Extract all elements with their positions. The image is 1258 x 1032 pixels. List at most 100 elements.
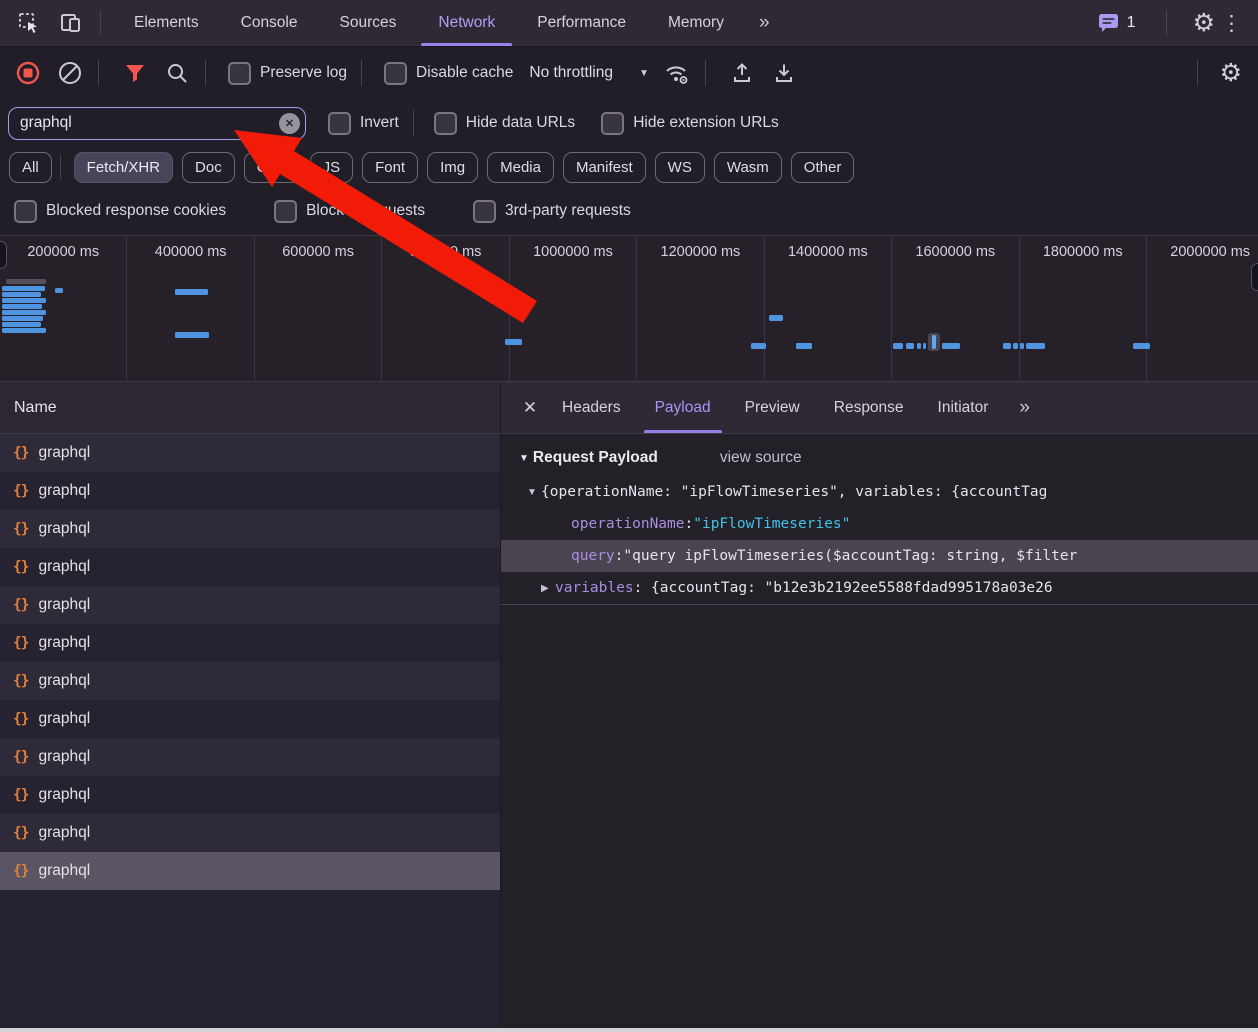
request-row[interactable]: {}graphql — [0, 510, 500, 548]
request-table-header[interactable]: Name — [0, 382, 500, 434]
timeline-bar — [751, 343, 766, 349]
network-conditions-icon[interactable] — [663, 59, 691, 87]
tree-triangle-icon[interactable]: ▼ — [527, 487, 541, 498]
timeline-right-grip[interactable] — [1251, 263, 1258, 291]
more-detail-tabs-button[interactable]: » — [1005, 397, 1046, 419]
inspect-element-icon[interactable] — [16, 10, 42, 36]
request-name: graphql — [38, 748, 90, 766]
request-payload-section-header[interactable]: ▼ Request Payload view source — [501, 434, 1258, 476]
request-row[interactable]: {}graphql — [0, 814, 500, 852]
network-settings-gear-icon[interactable]: ⚙ — [1220, 61, 1242, 86]
request-name: graphql — [38, 634, 90, 652]
hide-extension-urls-option: Hide extension URLs — [601, 112, 779, 135]
network-main-split: Name {}graphql{}graphql{}graphql{}graphq… — [0, 382, 1258, 1032]
filter-chip-manifest[interactable]: Manifest — [563, 152, 646, 183]
payload-line[interactable]: query: "query ipFlowTimeseries($accountT… — [501, 540, 1258, 572]
throttling-value: No throttling — [529, 64, 613, 82]
request-type-filter-row: All Fetch/XHR Doc CSS JS Font Img Media Manifest… — [0, 147, 1258, 187]
disable-cache-option: Disable cache — [384, 62, 513, 85]
request-row[interactable]: {}graphql — [0, 852, 500, 890]
request-row[interactable]: {}graphql — [0, 624, 500, 662]
request-row[interactable]: {} graphql — [0, 738, 500, 776]
filter-chip-img[interactable]: Img — [427, 152, 478, 183]
filter-chip-js[interactable]: JS — [310, 152, 354, 183]
settings-gear-icon[interactable]: ⚙ — [1193, 11, 1215, 36]
request-row[interactable]: {}graphql — [0, 662, 500, 700]
detail-tab-headers[interactable]: Headers — [545, 383, 638, 433]
payload-line[interactable]: operationName: "ipFlowTimeseries" — [501, 508, 1258, 540]
throttling-dropdown[interactable]: No throttling ▼ — [529, 64, 648, 82]
request-name: graphql — [38, 862, 90, 880]
3rd-party-requests-label: 3rd-party requests — [505, 202, 631, 220]
detail-tab-preview[interactable]: Preview — [728, 383, 817, 433]
name-column-header[interactable]: Name — [14, 399, 57, 417]
filter-funnel-icon[interactable] — [121, 59, 149, 87]
payload-segment: operationName — [571, 516, 685, 532]
filter-chip-all[interactable]: All — [9, 152, 52, 183]
payload-segment: {operationName: "ipFlowTimeseries", vari… — [541, 484, 1047, 500]
tab-memory[interactable]: Memory — [647, 1, 745, 46]
payload-line[interactable]: ▼{operationName: "ipFlowTimeseries", var… — [501, 476, 1258, 508]
tab-sources[interactable]: Sources — [319, 1, 418, 46]
blocked-response-cookies-checkbox[interactable] — [14, 200, 37, 223]
disable-cache-checkbox[interactable] — [384, 62, 407, 85]
request-row[interactable]: {}graphql — [0, 472, 500, 510]
tab-elements[interactable]: Elements — [113, 1, 220, 46]
search-icon[interactable] — [163, 59, 191, 87]
request-row[interactable]: {}graphql — [0, 548, 500, 586]
request-name: graphql — [38, 710, 90, 728]
preserve-log-checkbox[interactable] — [228, 62, 251, 85]
filter-chip-wasm[interactable]: Wasm — [714, 152, 782, 183]
import-har-icon[interactable] — [728, 59, 756, 87]
filter-chip-media[interactable]: Media — [487, 152, 554, 183]
export-har-icon[interactable] — [770, 59, 798, 87]
request-row[interactable]: {}graphql — [0, 700, 500, 738]
request-name: graphql — [38, 596, 90, 614]
request-row[interactable]: {}graphql — [0, 434, 500, 472]
invert-label: Invert — [360, 114, 399, 132]
timeline-left-grip[interactable] — [0, 241, 7, 269]
record-network-log-button[interactable] — [14, 59, 42, 87]
clear-network-log-button[interactable] — [56, 59, 84, 87]
blocked-requests-checkbox[interactable] — [274, 200, 297, 223]
kebab-menu-icon[interactable]: ⋮ — [1215, 13, 1258, 34]
view-source-link[interactable]: view source — [720, 449, 802, 467]
timeline-bar — [1013, 343, 1018, 349]
payload-line[interactable]: ▶variables: {accountTag: "b12e3b2192ee55… — [501, 572, 1258, 604]
invert-checkbox[interactable] — [328, 112, 351, 135]
timeline-bar — [769, 315, 783, 321]
tab-performance[interactable]: Performance — [516, 1, 647, 46]
request-row[interactable]: {} graphql — [0, 586, 500, 624]
issues-button[interactable]: 1 — [1098, 13, 1136, 33]
network-overview-timeline[interactable]: 200000 ms400000 ms600000 ms800000 ms1000… — [0, 235, 1258, 382]
payload-segment: query — [571, 548, 615, 564]
device-toolbar-icon[interactable] — [58, 10, 84, 36]
more-tabs-button[interactable]: » — [745, 12, 786, 34]
tab-network[interactable]: Network — [417, 1, 516, 46]
detail-tab-payload[interactable]: Payload — [638, 383, 728, 433]
filter-chip-fetch-xhr[interactable]: Fetch/XHR — [74, 152, 173, 183]
filter-chip-other[interactable]: Other — [791, 152, 855, 183]
detail-tab-response[interactable]: Response — [817, 383, 921, 433]
tree-triangle-icon[interactable]: ▶ — [541, 583, 555, 594]
filter-chip-doc[interactable]: Doc — [182, 152, 235, 183]
clear-filter-icon[interactable]: ✕ — [279, 113, 300, 134]
filter-chip-css[interactable]: CSS — [244, 152, 301, 183]
filter-chip-font[interactable]: Font — [362, 152, 418, 183]
blocked-response-cookies-option: Blocked response cookies — [14, 200, 226, 223]
hide-data-urls-checkbox[interactable] — [434, 112, 457, 135]
timeline-bar — [1026, 343, 1045, 349]
close-icon[interactable]: ✕ — [515, 393, 545, 423]
collapse-triangle-icon[interactable]: ▼ — [519, 453, 529, 464]
json-braces-icon: {} — [13, 749, 28, 765]
hide-extension-urls-checkbox[interactable] — [601, 112, 624, 135]
request-row[interactable]: {}graphql — [0, 776, 500, 814]
3rd-party-requests-checkbox[interactable] — [473, 200, 496, 223]
filter-input[interactable] — [8, 107, 306, 140]
tab-console[interactable]: Console — [220, 1, 319, 46]
timeline-bar — [2, 310, 46, 315]
json-braces-icon: {} — [13, 597, 28, 613]
filter-chip-ws[interactable]: WS — [655, 152, 705, 183]
detail-tab-initiator[interactable]: Initiator — [921, 383, 1006, 433]
timeline-bar — [2, 316, 43, 321]
